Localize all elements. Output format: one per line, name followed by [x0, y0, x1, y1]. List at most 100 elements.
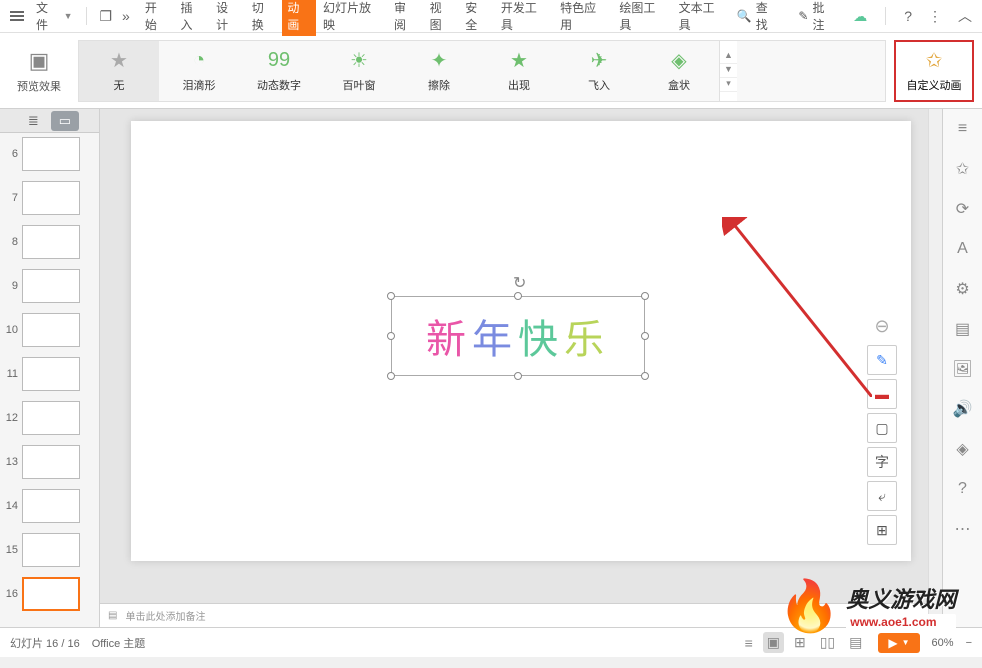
border-tool-button[interactable]: ▢: [867, 413, 897, 443]
more-tool-button[interactable]: ⊞: [867, 515, 897, 545]
effect-盒状[interactable]: ◈盒状: [639, 41, 719, 101]
scroll-up-icon[interactable]: ▲: [720, 50, 737, 64]
thumb-row[interactable]: 7: [2, 181, 97, 215]
thumb-9[interactable]: [22, 269, 80, 303]
effect-飞入[interactable]: ✈飞入: [559, 41, 639, 101]
wrap-tool-button[interactable]: ⤶: [867, 481, 897, 511]
thumb-15[interactable]: [22, 533, 80, 567]
thumb-row[interactable]: 12: [2, 401, 97, 435]
thumbnail-view-button[interactable]: ▭: [51, 111, 79, 131]
thumb-6[interactable]: [22, 137, 80, 171]
effect-出现[interactable]: ★出现: [479, 41, 559, 101]
thumb-8[interactable]: [22, 225, 80, 259]
thumbnail-view-toggle: ≣ ▭: [0, 109, 99, 133]
selected-text-box[interactable]: 新年快乐: [391, 296, 645, 376]
cloud-icon[interactable]: ☁: [849, 4, 871, 29]
tab-安全[interactable]: 安全: [460, 0, 494, 36]
tab-视图[interactable]: 视图: [425, 0, 459, 36]
resize-handle[interactable]: [514, 372, 522, 380]
help-icon[interactable]: ?: [900, 4, 916, 28]
resize-handle[interactable]: [641, 372, 649, 380]
thumb-row[interactable]: 6: [2, 137, 97, 171]
scroll-more-icon[interactable]: ▾: [720, 78, 737, 92]
slide-canvas[interactable]: ↻ 新年快乐 ⊖ ✎ ▬: [131, 121, 911, 561]
transition-pane-icon[interactable]: ⟳: [951, 197, 975, 221]
resize-handle[interactable]: [641, 332, 649, 340]
tab-切换[interactable]: 切换: [247, 0, 281, 36]
settings-pane-icon[interactable]: ⚙: [951, 277, 975, 301]
preview-effect-button[interactable]: ▣ 预览效果: [8, 48, 70, 94]
thumb-14[interactable]: [22, 489, 80, 523]
divider: [86, 7, 87, 25]
tab-开始[interactable]: 开始: [140, 0, 174, 36]
animation-pane-icon[interactable]: ✩: [951, 157, 975, 181]
thumb-12[interactable]: [22, 401, 80, 435]
text-char-4: 乐: [564, 318, 610, 362]
thumb-7[interactable]: [22, 181, 80, 215]
thumb-row[interactable]: 15: [2, 533, 97, 567]
thumb-row[interactable]: 14: [2, 489, 97, 523]
annotate-button[interactable]: ✎ 批注: [792, 0, 841, 35]
thumb-row[interactable]: 11: [2, 357, 97, 391]
fill-tool-button[interactable]: ▬: [867, 379, 897, 409]
audio-pane-icon[interactable]: 🔊: [951, 397, 975, 421]
effect-百叶窗[interactable]: ☀百叶窗: [319, 41, 399, 101]
thumb-11[interactable]: [22, 357, 80, 391]
tab-动画[interactable]: 动画: [282, 0, 316, 36]
thumb-10[interactable]: [22, 313, 80, 347]
ribbon: ▣ 预览效果 ★无◔泪滴形99动态数字☀百叶窗✦擦除★出现✈飞入◈盒状▲▼▾ ✩…: [0, 33, 982, 109]
effect-label: 飞入: [588, 77, 610, 93]
kebab-icon[interactable]: ⋮: [924, 4, 946, 29]
file-menu[interactable]: 文件 ▼: [30, 0, 78, 35]
more-icon[interactable]: »: [118, 4, 134, 28]
diamond-pane-icon[interactable]: ◈: [951, 437, 975, 461]
effect-擦除[interactable]: ✦擦除: [399, 41, 479, 101]
vertical-scrollbar[interactable]: [928, 109, 942, 627]
scroll-down-icon[interactable]: ▼: [720, 64, 737, 78]
resize-handle[interactable]: [641, 292, 649, 300]
tab-设计[interactable]: 设计: [211, 0, 245, 36]
more-pane-icon[interactable]: ⋯: [951, 517, 975, 541]
edit-tool-button[interactable]: ✎: [867, 345, 897, 375]
text-tool-button[interactable]: 字: [867, 447, 897, 477]
resize-handle[interactable]: [387, 332, 395, 340]
thumb-row[interactable]: 10: [2, 313, 97, 347]
custom-animation-button[interactable]: ✩ 自定义动画: [894, 40, 974, 102]
zoom-out-button[interactable]: ⊖: [867, 311, 897, 341]
collapse-icon[interactable]: ︿: [954, 2, 976, 30]
thumb-row[interactable]: 16: [2, 577, 97, 611]
thumb-13[interactable]: [22, 445, 80, 479]
tab-幻灯片放映[interactable]: 幻灯片放映: [318, 0, 387, 36]
search-button[interactable]: 🔍 查找: [731, 0, 785, 35]
resize-handle[interactable]: [387, 292, 395, 300]
help-pane-icon[interactable]: ?: [951, 477, 975, 501]
font-pane-icon[interactable]: A: [951, 237, 975, 261]
image-pane-icon[interactable]: 🖼: [951, 357, 975, 381]
tab-文本工具[interactable]: 文本工具: [674, 0, 731, 36]
align-icon[interactable]: ≡: [741, 633, 757, 653]
effect-icon: ★: [510, 49, 528, 73]
effect-无[interactable]: ★无: [79, 41, 159, 101]
preview-label: 预览效果: [17, 78, 61, 94]
hamburger-icon[interactable]: [6, 5, 28, 27]
thumb-row[interactable]: 9: [2, 269, 97, 303]
tab-开发工具[interactable]: 开发工具: [496, 0, 553, 36]
thumb-row[interactable]: 8: [2, 225, 97, 259]
rotate-handle-icon[interactable]: ↻: [513, 273, 529, 289]
tab-审阅[interactable]: 审阅: [389, 0, 423, 36]
tab-特色应用[interactable]: 特色应用: [555, 0, 612, 36]
tab-绘图工具[interactable]: 绘图工具: [614, 0, 671, 36]
thumb-row[interactable]: 13: [2, 445, 97, 479]
resize-handle[interactable]: [514, 292, 522, 300]
thumb-16[interactable]: [22, 577, 80, 611]
copy-icon[interactable]: ❐: [95, 4, 116, 29]
text-char-3: 快: [518, 318, 564, 362]
layout-pane-icon[interactable]: ▤: [951, 317, 975, 341]
toggle-sidebar-icon[interactable]: ≡: [951, 117, 975, 141]
resize-handle[interactable]: [387, 372, 395, 380]
watermark-logo: 🔥 奥义游戏网 www.aoe1.com: [778, 570, 978, 642]
effect-泪滴形[interactable]: ◔泪滴形: [159, 41, 239, 101]
tab-插入[interactable]: 插入: [175, 0, 209, 36]
outline-view-button[interactable]: ≣: [20, 111, 47, 131]
effect-动态数字[interactable]: 99动态数字: [239, 41, 319, 101]
